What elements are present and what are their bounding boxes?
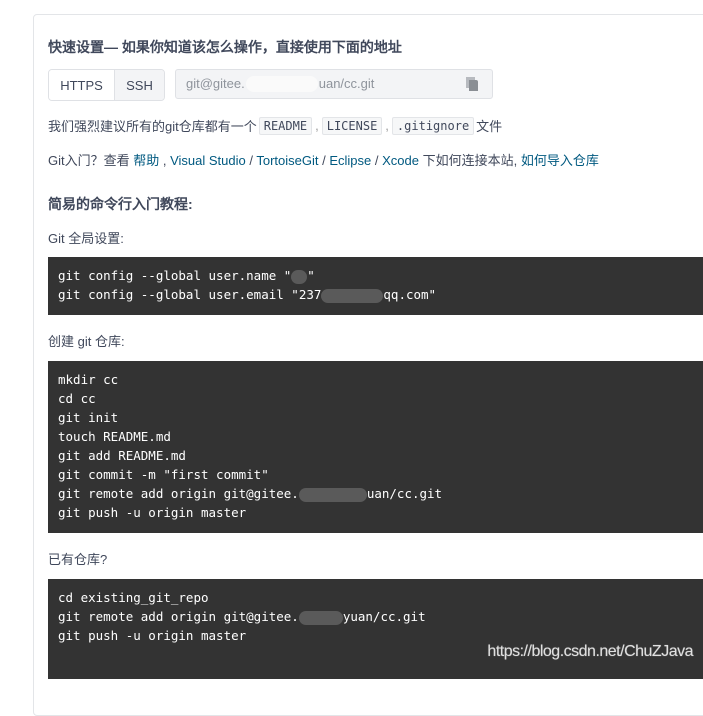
https-button[interactable]: HTTPS [49, 70, 115, 100]
existing-repo-code: cd existing_git_repo git remote add orig… [48, 579, 703, 679]
quick-setup-title: 快速设置— 如果你知道该怎么操作，直接使用下面的地址 [48, 39, 402, 55]
code-line: git remote add origin git@gitee. yuan/cc.… [58, 609, 426, 625]
tortoisegit-link[interactable]: TortoiseGit [256, 153, 318, 168]
recommend-prefix: 我们强烈建议所有的git仓库都有一个 [48, 119, 257, 134]
visual-studio-link[interactable]: Visual Studio [170, 153, 246, 168]
watermark: https://blog.csdn.net/ChuZJava [487, 643, 693, 660]
code-line: git add README.md [58, 448, 186, 463]
help-link[interactable]: 帮助 [133, 153, 159, 168]
code-line: git init [58, 410, 119, 425]
code-line: cd existing_git_repo [58, 590, 209, 605]
tutorial-heading: 简易的命令行入门教程: [48, 196, 193, 212]
code-line: git config --global user.name " " [58, 268, 315, 284]
license-tag: LICENSE [321, 116, 383, 135]
global-setup-code: git config --global user.name " " git con… [48, 257, 703, 315]
recommend-text: 我们强烈建议所有的git仓库都有一个 README, LICENSE, .git… [48, 116, 502, 135]
copy-icon[interactable] [466, 77, 480, 91]
help-line: Git入门？查看 帮助 , Visual Studio / TortoiseGi… [48, 153, 599, 168]
help-middle: 下如何连接本站, [418, 153, 521, 168]
code-line: touch README.md [58, 429, 171, 444]
code-line: git config --global user.email "237 qq.co… [58, 287, 437, 303]
url-prefix: git@gitee. [186, 75, 245, 91]
import-repo-link[interactable]: 如何导入仓库 [521, 153, 599, 168]
clone-url-text: git@gitee. uan/cc.git [186, 76, 374, 93]
gitignore-tag: .gitignore [391, 116, 475, 135]
xcode-link[interactable]: Xcode [382, 153, 419, 168]
recommend-suffix: 文件 [476, 119, 503, 134]
global-setup-label: Git 全局设置: [48, 231, 124, 246]
code-line: git push -u origin master [58, 505, 247, 520]
redacted-blur [245, 76, 318, 93]
code-line: mkdir cc [58, 372, 119, 387]
clone-url-row: HTTPS SSH git@gitee. uan/cc.git [48, 69, 493, 101]
protocol-toggle: HTTPS SSH [48, 69, 165, 101]
code-line: cd cc [58, 391, 96, 406]
eclipse-link[interactable]: Eclipse [329, 153, 371, 168]
readme-tag: README [258, 116, 313, 135]
code-line: git remote add origin git@gitee. uan/cc.g… [58, 486, 443, 502]
clone-url-input[interactable]: git@gitee. uan/cc.git [175, 69, 493, 99]
separator: , [385, 118, 389, 133]
help-prefix: Git入门？查看 [48, 153, 134, 168]
ssh-button[interactable]: SSH [115, 70, 164, 100]
url-suffix: uan/cc.git [318, 75, 375, 91]
separator: , [315, 118, 319, 133]
create-repo-label: 创建 git 仓库: [48, 334, 125, 349]
existing-repo-label: 已有仓库? [48, 552, 108, 567]
create-repo-code: mkdir cc cd cc git init touch README.md … [48, 361, 703, 533]
quick-setup-panel: 快速设置— 如果你知道该怎么操作，直接使用下面的地址 HTTPS SSH git… [33, 14, 703, 716]
code-line: git commit -m "first commit" [58, 467, 269, 482]
